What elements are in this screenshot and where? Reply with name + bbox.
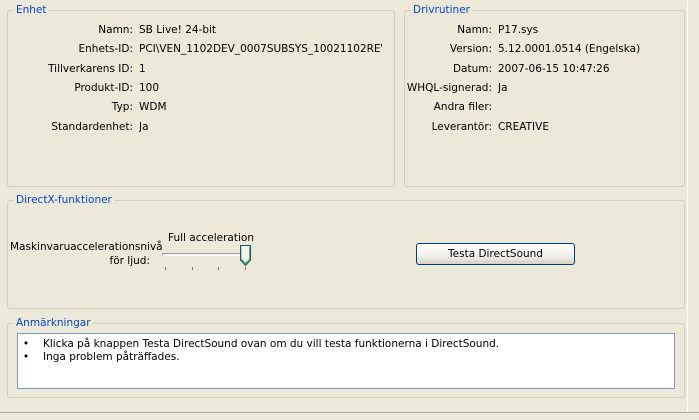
- accel-slider-track[interactable]: [162, 253, 248, 256]
- whql-value: Ja: [498, 82, 508, 94]
- driver-version-value: 5.12.0001.0514 (Engelska): [498, 43, 641, 55]
- whql-label: WHQL-signerad:: [406, 82, 492, 94]
- driver-date-label: Datum:: [452, 63, 492, 75]
- product-id-value: 100: [139, 82, 160, 94]
- manufacturer-id-label: Tillverkarens ID:: [48, 63, 133, 75]
- driver-name-value: P17.sys: [498, 24, 539, 36]
- notes-textbox[interactable]: • Klicka på knappen Testa DirectSound ov…: [17, 333, 675, 389]
- note-text: Klicka på knappen Testa DirectSound ovan…: [43, 338, 500, 350]
- dxdiag-sound-tab: Enhet Namn: SB Live! 24-bit Enhets-ID: P…: [0, 0, 699, 420]
- type-value: WDM: [139, 101, 167, 113]
- accel-level-value: Full acceleration: [168, 232, 254, 244]
- device-group-title: Enhet: [14, 3, 49, 17]
- accel-slider-thumb[interactable]: [240, 245, 251, 266]
- slider-tick: [245, 267, 246, 270]
- driver-version-label: Version:: [449, 43, 492, 55]
- default-device-label: Standardenhet:: [51, 121, 133, 133]
- device-name-label: Namn:: [98, 24, 133, 36]
- directx-group-title: DirectX-funktioner: [14, 193, 114, 207]
- slider-tick: [218, 267, 219, 270]
- device-name-value: SB Live! 24-bit: [139, 24, 217, 36]
- slider-tick: [192, 267, 193, 270]
- default-device-value: Ja: [139, 121, 149, 133]
- other-files-label: Andra filer:: [433, 101, 492, 113]
- device-id-label: Enhets-ID:: [78, 43, 134, 55]
- bullet-icon: •: [22, 351, 30, 363]
- accel-label-line1: Maskinvaruaccelerationsnivå: [10, 241, 163, 253]
- provider-value: CREATIVE: [498, 121, 549, 133]
- test-directsound-button[interactable]: Testa DirectSound: [416, 243, 575, 265]
- driver-name-label: Namn:: [457, 24, 492, 36]
- notes-group-title: Anmärkningar: [14, 316, 93, 330]
- tab-panel-bottom-edge: [0, 412, 699, 413]
- device-id-value: PCI\VEN_1102DEV_0007SUBSYS_10021102REV_0…: [139, 43, 382, 55]
- driver-group-title: Drivrutiner: [411, 3, 472, 17]
- manufacturer-id-value: 1: [139, 63, 146, 75]
- bullet-icon: •: [22, 338, 30, 350]
- product-id-label: Produkt-ID:: [74, 82, 133, 94]
- provider-label: Leverantör:: [431, 121, 492, 133]
- note-text: Inga problem påträffades.: [43, 351, 180, 363]
- other-files-value: [498, 100, 678, 114]
- tab-panel-edge: [687, 0, 688, 413]
- driver-date-value: 2007-06-15 10:47:26: [498, 63, 610, 75]
- slider-tick: [165, 267, 166, 270]
- accel-label-line2: för ljud:: [109, 255, 150, 267]
- type-label: Typ:: [111, 101, 133, 113]
